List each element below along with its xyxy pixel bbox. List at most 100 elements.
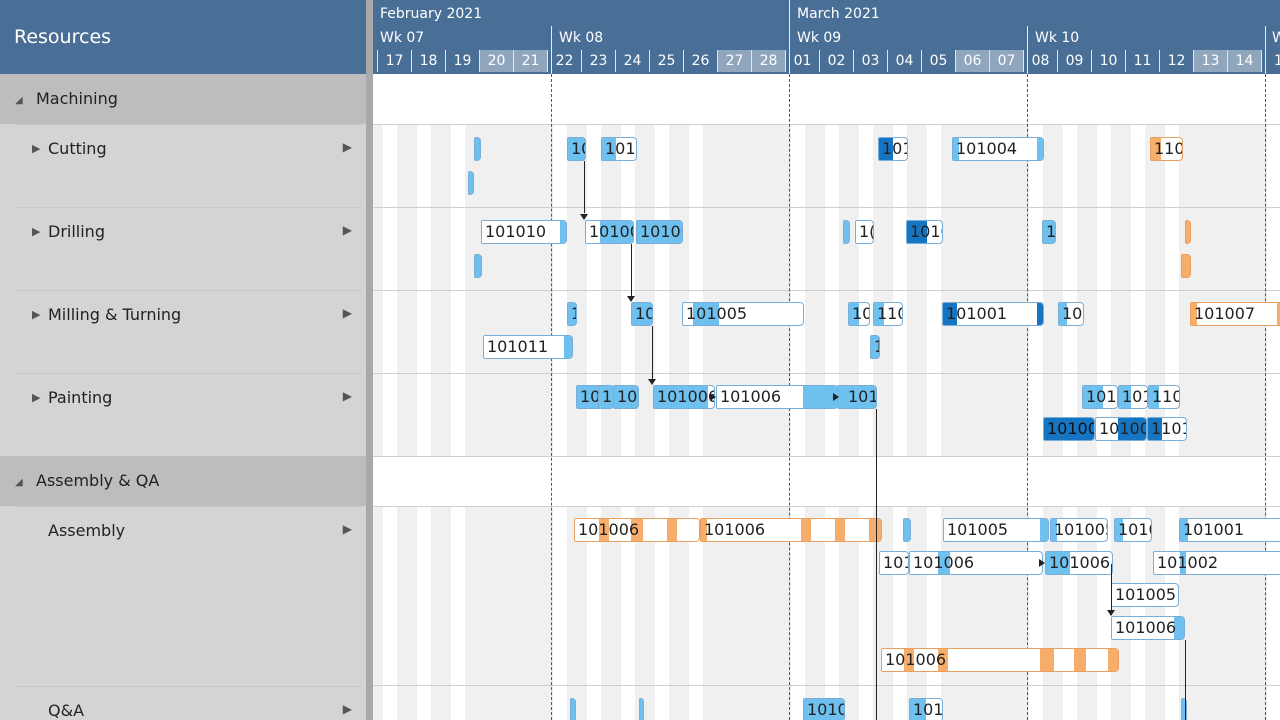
chevron-right-icon[interactable]: ▶ (343, 223, 352, 237)
task-bar[interactable]: 101 (1118, 385, 1148, 409)
resource-row-cutting[interactable]: ▶ Cutting ▶ (16, 124, 362, 207)
resource-row-milling-turning[interactable]: ▶ Milling & Turning ▶ (16, 290, 362, 373)
task-bar[interactable]: 101006 (716, 385, 838, 409)
task-bar[interactable]: 101 (837, 385, 877, 409)
task-bar[interactable] (570, 698, 576, 720)
task-bar[interactable]: 101006 (881, 648, 1119, 672)
task-bar[interactable]: 101006 (909, 551, 1043, 575)
group-assembly-qa[interactable]: ◢ Assembly & QA (0, 456, 366, 506)
task-bar[interactable] (468, 171, 474, 195)
group-machining[interactable]: ◢ Machining (0, 74, 366, 124)
task-bar[interactable]: 101006 (700, 518, 882, 542)
task-bar[interactable]: 101 (1058, 302, 1084, 326)
day-header-1: 1 (1261, 50, 1280, 72)
dependency-arrow-icon (1107, 610, 1115, 616)
collapse-triangle-icon[interactable]: ◢ (15, 477, 23, 488)
chevron-right-icon[interactable]: ▶ (343, 389, 352, 403)
task-bar[interactable]: 10100 (636, 220, 683, 244)
task-bar[interactable]: 101005 (943, 518, 1049, 542)
task-bar[interactable]: 101001 (1179, 518, 1280, 542)
task-bar[interactable]: 1010 (601, 137, 637, 161)
workday-stripe (927, 74, 941, 720)
task-bar[interactable]: 1010 (906, 220, 943, 244)
task-bar[interactable] (474, 254, 482, 278)
dependency-line (1185, 640, 1186, 720)
chevron-right-icon[interactable]: ▶ (343, 522, 352, 536)
task-bar[interactable]: 10 (567, 137, 586, 161)
task-bar[interactable]: 1010 (1114, 518, 1152, 542)
day-header-21: 21 (513, 50, 547, 72)
dependency-arrow-icon (648, 379, 656, 385)
expand-triangle-icon[interactable]: ▶ (32, 142, 40, 155)
task-bar[interactable]: 101005 (1111, 583, 1179, 607)
task-bar[interactable]: 110 (1148, 385, 1180, 409)
resources-panel: Resources ◢ Machining ▶ Cutting ▶ ▶ Dril… (0, 0, 366, 720)
task-bar[interactable]: 101010 (481, 220, 567, 244)
task-bar[interactable]: 1( (598, 385, 614, 409)
day-header-08: 08 (1023, 50, 1057, 72)
task-bar[interactable]: 1( (855, 220, 874, 244)
workday-stripe (1029, 74, 1043, 720)
expand-triangle-icon[interactable]: ▶ (32, 225, 40, 238)
task-bar[interactable]: 101 (878, 137, 908, 161)
grid-group-band (373, 74, 1280, 124)
task-bar[interactable]: 110 (1150, 137, 1183, 161)
expand-triangle-icon[interactable]: ▶ (32, 308, 40, 321)
task-bar[interactable]: 10 (848, 302, 870, 326)
task-bar[interactable]: 101006 (1111, 616, 1185, 640)
task-bar[interactable]: 10100 (1043, 417, 1095, 441)
task-bar[interactable]: 110 (873, 302, 903, 326)
task-bar[interactable] (1185, 220, 1191, 244)
task-bar[interactable]: 101005 (1050, 518, 1108, 542)
resource-row-qa[interactable]: Q&A ▶ (16, 686, 362, 720)
expand-triangle-icon[interactable]: ▶ (32, 391, 40, 404)
task-bar[interactable]: 101006 (653, 385, 715, 409)
day-header-07: 07 (989, 50, 1023, 72)
task-bar[interactable] (639, 698, 644, 720)
chevron-right-icon[interactable]: ▶ (343, 306, 352, 320)
task-bar[interactable]: 1 (567, 302, 577, 326)
task-bar[interactable]: 10100 (1095, 417, 1147, 441)
workday-stripe (1267, 74, 1280, 720)
collapse-triangle-icon[interactable]: ◢ (15, 95, 23, 106)
task-bar[interactable]: 101( (909, 698, 943, 720)
task-bar[interactable]: 101011 (483, 335, 573, 359)
resource-row-assembly[interactable]: Assembly ▶ (16, 506, 362, 686)
task-bar[interactable]: 10100 (585, 220, 634, 244)
gantt-grid[interactable]: 1 10 1010 101 101004 110 101010 10100 10… (373, 74, 1280, 720)
dependency-arrow-icon (580, 214, 588, 220)
task-bar[interactable]: 101 (1082, 385, 1118, 409)
dependency-arrow-icon (627, 296, 635, 302)
day-header-27: 27 (717, 50, 751, 72)
task-bar[interactable]: 1101( (1147, 417, 1187, 441)
day-header-28: 28 (751, 50, 785, 72)
row-separator (373, 207, 1280, 208)
task-bar[interactable]: 101002 (1153, 551, 1280, 575)
dependency-line (1111, 564, 1112, 610)
task-bar[interactable]: 101005 (682, 302, 804, 326)
task-bar[interactable]: 1 (474, 137, 481, 161)
chevron-right-icon[interactable]: ▶ (343, 140, 352, 154)
task-bar[interactable]: 101 (879, 551, 909, 575)
task-bar[interactable]: 1 (870, 335, 880, 359)
task-bar[interactable] (1181, 254, 1191, 278)
task-bar[interactable] (903, 518, 911, 542)
task-bar[interactable]: 1( (1042, 220, 1056, 244)
task-bar[interactable] (843, 220, 850, 244)
task-bar[interactable]: 101001 (942, 302, 1044, 326)
task-bar[interactable]: 101006 (574, 518, 700, 542)
resource-row-drilling[interactable]: ▶ Drilling ▶ (16, 207, 362, 290)
panel-splitter[interactable] (366, 0, 373, 720)
task-bar[interactable]: 10 (613, 385, 639, 409)
task-bar[interactable] (1181, 698, 1187, 720)
task-bar[interactable]: 101006 (1045, 551, 1113, 575)
task-bar[interactable]: 1010 (803, 698, 845, 720)
task-bar[interactable]: 101007 (1190, 302, 1280, 326)
resource-row-painting[interactable]: ▶ Painting ▶ (16, 373, 362, 456)
resources-title: Resources (14, 26, 112, 48)
chevron-right-icon[interactable]: ▶ (343, 702, 352, 716)
task-bar[interactable]: 10 (631, 302, 653, 326)
row-separator (373, 506, 1280, 507)
task-bar[interactable]: 101004 (952, 137, 1044, 161)
dependency-line (876, 409, 877, 720)
